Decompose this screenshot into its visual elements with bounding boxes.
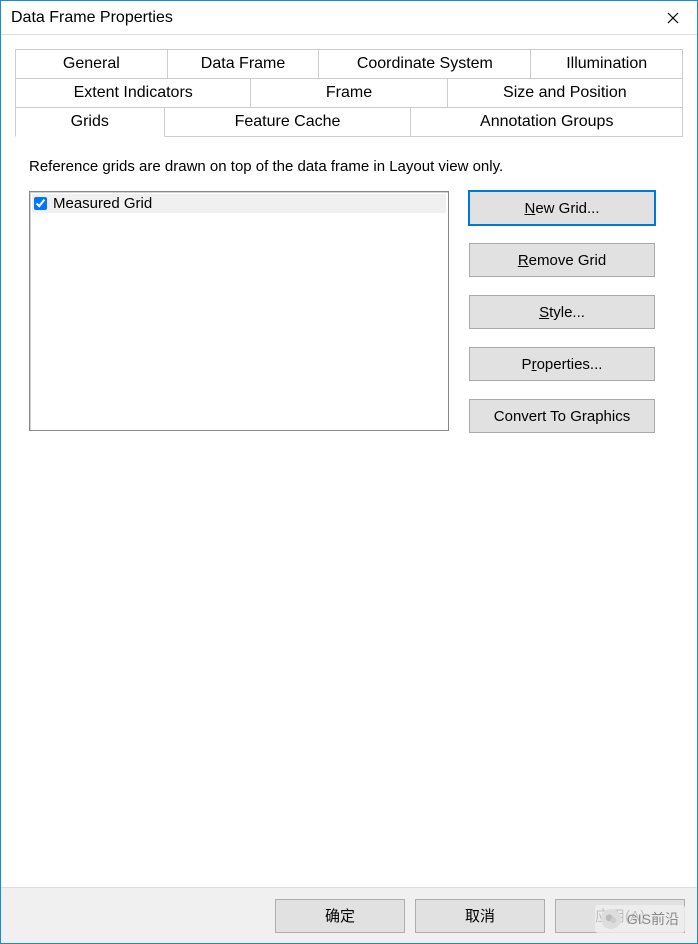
tab-illumination[interactable]: Illumination — [531, 49, 683, 79]
tab-grids[interactable]: Grids — [15, 108, 165, 137]
tab-annotation-groups[interactable]: Annotation Groups — [411, 108, 683, 137]
ok-button[interactable]: 确定 — [275, 899, 405, 933]
tab-extent-indicators[interactable]: Extent Indicators — [15, 79, 251, 108]
dialog-window: Data Frame Properties General Data Frame… — [0, 0, 698, 944]
close-button[interactable] — [649, 1, 697, 35]
panel-description: Reference grids are drawn on top of the … — [29, 158, 669, 175]
tab-row-3: Grids Feature Cache Annotation Groups — [15, 108, 683, 137]
grids-area: Measured Grid New Grid... Remove Grid St… — [29, 191, 669, 433]
convert-to-graphics-button[interactable]: Convert To Graphics — [469, 399, 655, 433]
tabs-container: General Data Frame Coordinate System Ill… — [15, 49, 683, 137]
style-button[interactable]: Style... — [469, 295, 655, 329]
dialog-footer: 确定 取消 应用(A) — [1, 887, 697, 943]
grid-item-label: Measured Grid — [53, 195, 152, 212]
grids-panel: Reference grids are drawn on top of the … — [15, 136, 683, 866]
tab-general[interactable]: General — [15, 49, 168, 79]
list-item[interactable]: Measured Grid — [32, 194, 446, 213]
buttons-column: New Grid... Remove Grid Style... Propert… — [469, 191, 655, 433]
grid-item-checkbox[interactable] — [34, 197, 47, 210]
window-title: Data Frame Properties — [11, 9, 173, 27]
apply-button[interactable]: 应用(A) — [555, 899, 685, 933]
tab-data-frame[interactable]: Data Frame — [168, 49, 320, 79]
titlebar: Data Frame Properties — [1, 1, 697, 35]
new-grid-button[interactable]: New Grid... — [469, 191, 655, 225]
properties-button[interactable]: Properties... — [469, 347, 655, 381]
tab-coordinate-system[interactable]: Coordinate System — [319, 49, 531, 79]
content-area: General Data Frame Coordinate System Ill… — [1, 35, 697, 887]
grid-list[interactable]: Measured Grid — [29, 191, 449, 431]
remove-grid-button[interactable]: Remove Grid — [469, 243, 655, 277]
tab-frame[interactable]: Frame — [251, 79, 447, 108]
cancel-button[interactable]: 取消 — [415, 899, 545, 933]
tab-feature-cache[interactable]: Feature Cache — [165, 108, 412, 137]
tab-row-1: General Data Frame Coordinate System Ill… — [15, 49, 683, 79]
tab-size-position[interactable]: Size and Position — [448, 79, 683, 108]
close-icon — [667, 12, 679, 24]
tab-row-2: Extent Indicators Frame Size and Positio… — [15, 79, 683, 108]
